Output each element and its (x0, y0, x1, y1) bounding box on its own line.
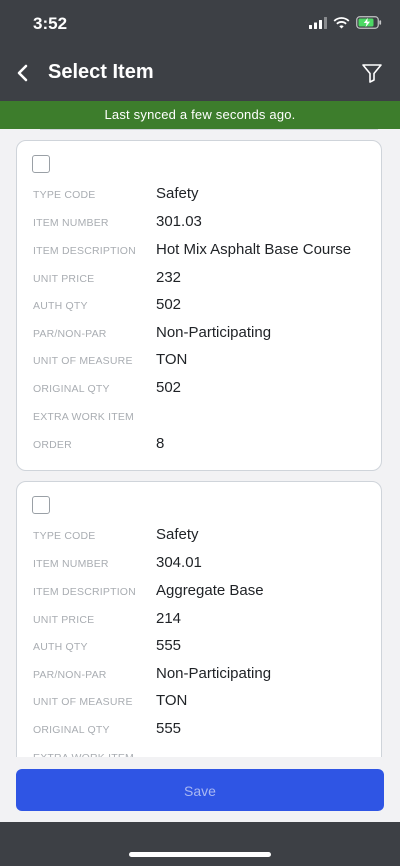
back-arrow-icon[interactable] (12, 58, 36, 88)
field-auth-qty: AUTH QTY 502 (33, 296, 373, 316)
field-original-qty: ORIGINAL QTY 502 (33, 379, 373, 399)
field-label: UNIT OF MEASURE (33, 696, 133, 708)
field-item-number: ITEM NUMBER 301.03 (33, 213, 373, 233)
field-value: Hot Mix Asphalt Base Course (156, 241, 352, 258)
field-item-description: ITEM DESCRIPTION Hot Mix Asphalt Base Co… (33, 241, 373, 261)
footer: Save (0, 757, 400, 822)
field-value: 555 (156, 720, 182, 737)
home-bar (0, 822, 400, 866)
field-value: 502 (156, 379, 182, 396)
page-title: Select Item (48, 61, 154, 83)
field-label: PAR/NON-PAR (33, 669, 107, 681)
filter-icon[interactable] (360, 61, 384, 85)
home-indicator[interactable] (129, 852, 271, 857)
field-label: AUTH QTY (33, 641, 88, 653)
field-label: ORIGINAL QTY (33, 383, 110, 395)
field-value: 304.01 (156, 554, 202, 571)
field-value: 214 (156, 610, 182, 627)
item-checkbox[interactable] (32, 155, 50, 173)
item-card[interactable]: TYPE CODE Safety ITEM NUMBER 304.01 ITEM… (16, 481, 382, 757)
item-list[interactable]: TYPE CODE Safety ITEM NUMBER 301.03 ITEM… (0, 129, 400, 757)
field-label: UNIT PRICE (33, 273, 95, 285)
field-original-qty: ORIGINAL QTY 555 (33, 720, 373, 740)
field-label: ITEM DESCRIPTION (33, 586, 136, 598)
field-value: Safety (156, 185, 199, 202)
field-label: PAR/NON-PAR (33, 328, 107, 340)
field-item-number: ITEM NUMBER 304.01 (33, 554, 373, 574)
field-auth-qty: AUTH QTY 555 (33, 637, 373, 657)
status-icons (309, 16, 382, 29)
field-label: ORDER (33, 439, 72, 451)
field-value: Aggregate Base (156, 582, 264, 599)
signal-icon (309, 16, 327, 29)
field-value: 301.03 (156, 213, 202, 230)
field-label: AUTH QTY (33, 300, 88, 312)
field-extra-work-item: EXTRA WORK ITEM (33, 407, 373, 427)
field-label: ITEM NUMBER (33, 558, 109, 570)
field-type-code: TYPE CODE Safety (33, 185, 373, 205)
field-value: 232 (156, 269, 182, 286)
field-value: Non-Participating (156, 324, 272, 341)
field-value: 555 (156, 637, 182, 654)
item-card[interactable]: TYPE CODE Safety ITEM NUMBER 301.03 ITEM… (16, 140, 382, 471)
field-label: TYPE CODE (33, 189, 96, 201)
field-par-non-par: PAR/NON-PAR Non-Participating (33, 665, 373, 685)
save-button[interactable]: Save (16, 769, 384, 811)
previous-card-edge (40, 129, 378, 130)
field-label: EXTRA WORK ITEM (33, 411, 135, 423)
field-label: UNIT OF MEASURE (33, 355, 133, 367)
field-label: UNIT PRICE (33, 614, 95, 626)
field-extra-work-item: EXTRA WORK ITEM (33, 748, 373, 757)
field-unit-of-measure: UNIT OF MEASURE TON (33, 351, 373, 371)
header: 3:52 Select Item (0, 0, 400, 101)
wifi-icon (333, 16, 350, 28)
battery-charging-icon (356, 16, 382, 29)
field-unit-price: UNIT PRICE 214 (33, 610, 373, 630)
field-label: ORIGINAL QTY (33, 724, 110, 736)
item-checkbox[interactable] (32, 496, 50, 514)
field-unit-of-measure: UNIT OF MEASURE TON (33, 692, 373, 712)
field-value: Non-Participating (156, 665, 272, 682)
field-label: ITEM NUMBER (33, 217, 109, 229)
field-label: ITEM DESCRIPTION (33, 245, 136, 257)
field-value: TON (156, 351, 188, 368)
field-value: TON (156, 692, 188, 709)
status-time: 3:52 (33, 14, 68, 33)
field-item-description: ITEM DESCRIPTION Aggregate Base (33, 582, 373, 602)
field-value: Safety (156, 526, 199, 543)
field-value: 8 (156, 435, 165, 452)
field-value: 502 (156, 296, 182, 313)
field-type-code: TYPE CODE Safety (33, 526, 373, 546)
field-order: ORDER 8 (33, 435, 373, 455)
field-label: TYPE CODE (33, 530, 96, 542)
field-par-non-par: PAR/NON-PAR Non-Participating (33, 324, 373, 344)
sync-status-bar: Last synced a few seconds ago. (0, 101, 400, 129)
field-unit-price: UNIT PRICE 232 (33, 269, 373, 289)
